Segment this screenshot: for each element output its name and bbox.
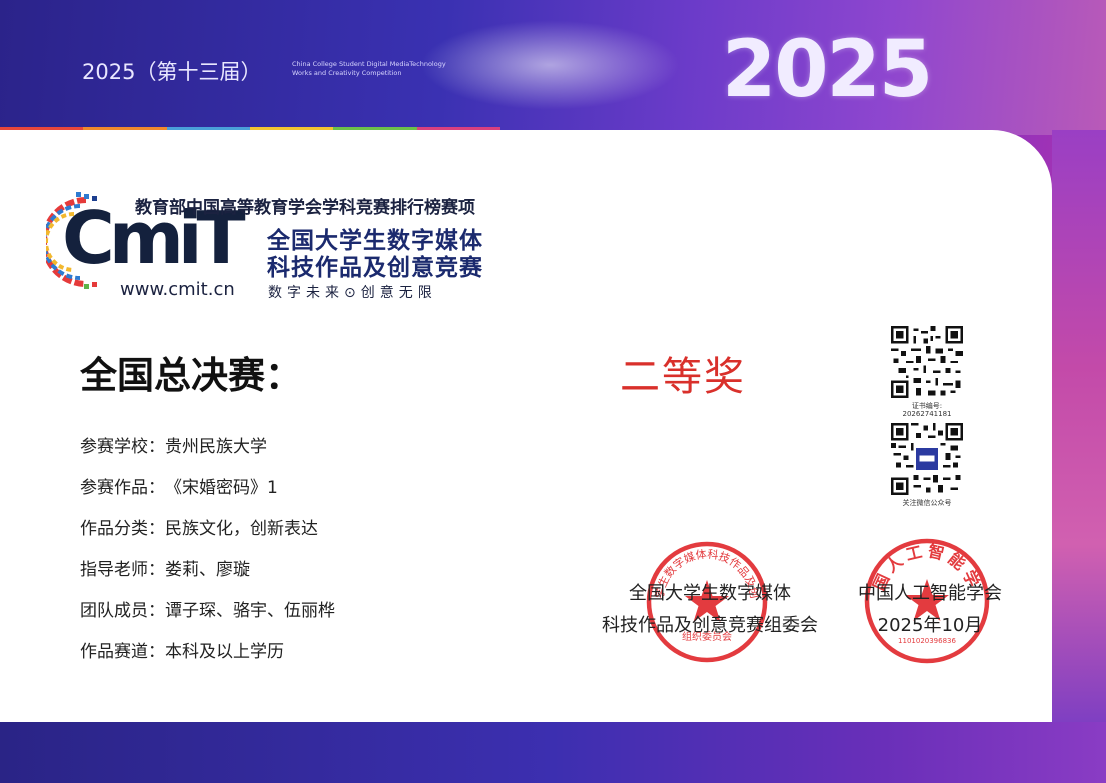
competition-name-line2: 科技作品及创意竞赛	[267, 255, 483, 281]
wechat-qr-code-icon[interactable]	[891, 423, 963, 495]
issuer-line: 全国大学生数字媒体	[629, 583, 791, 604]
field-category: 作品分类：民族文化，创新表达	[80, 514, 335, 555]
field-value: 娄莉、廖璇	[165, 560, 250, 580]
field-work: 参赛作品：《宋婚密码》1	[80, 473, 335, 514]
header-band: 2025（第十三届） China College Student Digital…	[0, 0, 1106, 135]
field-track: 作品赛道：本科及以上学历	[80, 637, 335, 678]
field-label: 作品分类：	[80, 519, 165, 539]
field-label: 参赛学校：	[80, 437, 165, 457]
field-value: 本科及以上学历	[165, 642, 284, 662]
year-graphic: 2025	[722, 25, 933, 115]
certificate-qr-code-icon[interactable]	[891, 326, 963, 398]
certificate-number: 20262741181	[902, 410, 952, 418]
field-team: 团队成员：谭子琛、骆宇、伍丽桦	[80, 596, 335, 637]
certificate-page: 2025（第十三届） China College Student Digital…	[0, 0, 1106, 783]
stage-title: 全国总决赛：	[80, 354, 302, 397]
field-value: 谭子琛、骆宇、伍丽桦	[165, 601, 335, 621]
field-label: 参赛作品：	[80, 478, 165, 498]
field-label: 团队成员：	[80, 601, 165, 621]
field-label: 作品赛道：	[80, 642, 165, 662]
issuer-line: 科技作品及创意竞赛组委会	[602, 615, 818, 636]
english-subtitle: China College Student Digital MediaTechn…	[292, 60, 446, 77]
field-label: 指导老师：	[80, 560, 165, 580]
field-value: 民族文化，创新表达	[165, 519, 318, 539]
info-fields: 参赛学校：贵州民族大学 参赛作品：《宋婚密码》1 作品分类：民族文化，创新表达 …	[80, 432, 335, 678]
footer-band	[0, 722, 1106, 783]
field-school: 参赛学校：贵州民族大学	[80, 432, 335, 473]
field-value: 《宋婚密码》1	[165, 478, 278, 498]
issuer-line: 中国人工智能学会	[858, 583, 1002, 604]
issuer-organizing-committee: 全国大学生数字媒体 科技作品及创意竞赛组委会	[588, 578, 832, 642]
right-decoration	[1052, 130, 1106, 722]
follow-wechat-label: 关注微信公众号	[902, 499, 952, 507]
issue-date: 2025年10月	[877, 615, 983, 636]
issuer-caai: 中国人工智能学会 2025年10月	[845, 578, 1015, 642]
award-level: 二等奖	[620, 354, 746, 400]
logo-top-line: 教育部中国高等教育学会学科竞赛排行榜赛项	[135, 198, 475, 218]
field-advisor: 指导老师：娄莉、廖璇	[80, 555, 335, 596]
edition-label: 2025（第十三届）	[82, 60, 262, 84]
website-url: www.cmit.cn	[120, 279, 235, 300]
slogan: 数字未来⊙创意无限	[268, 285, 437, 301]
field-value: 贵州民族大学	[165, 437, 267, 457]
